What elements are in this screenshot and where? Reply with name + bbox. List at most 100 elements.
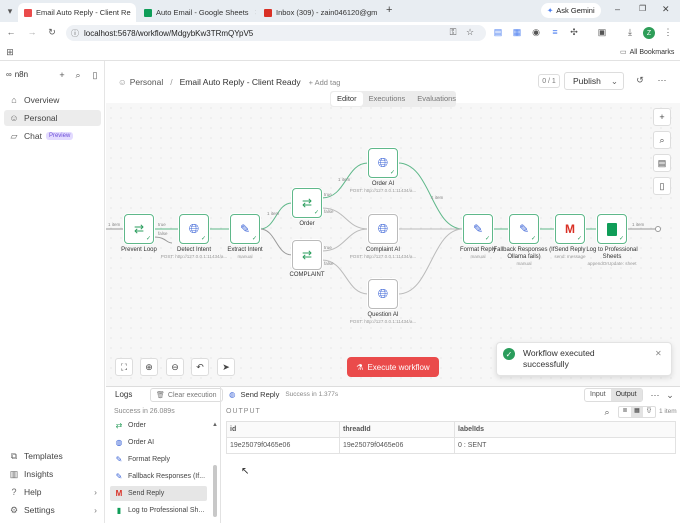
maximize-icon[interactable]: ❐ bbox=[639, 4, 646, 13]
node-log-to-sheets[interactable]: ✓ bbox=[597, 214, 627, 244]
password-key-icon[interactable]: ⚿ bbox=[447, 27, 459, 38]
extension-docs-icon[interactable]: ▤ bbox=[492, 27, 504, 38]
log-item-log-sheets[interactable]: ▮ Log to Professional Sh... bbox=[110, 503, 207, 518]
node-detect-intent[interactable]: 🌐︎ ✓ bbox=[179, 214, 209, 244]
workflow-name[interactable]: Email Auto Reply - Client Ready bbox=[180, 77, 301, 87]
node-subtitle: POST: http://127.0.0.1:11434/a... bbox=[349, 188, 417, 193]
extension-sheet-icon[interactable]: ▦ bbox=[511, 27, 523, 38]
output-connector[interactable] bbox=[655, 226, 661, 232]
node-subtitle: appendOrUpdate: sheet bbox=[587, 261, 637, 266]
undo-button[interactable]: ↶ bbox=[191, 358, 209, 376]
site-info-icon[interactable]: ⓘ bbox=[71, 28, 79, 39]
new-tab-icon[interactable]: + bbox=[386, 4, 392, 16]
node-complaint-ai[interactable]: 🌐︎ bbox=[368, 214, 398, 244]
download-icon[interactable]: ⤓ bbox=[624, 27, 636, 38]
sticky-note-button[interactable]: ▤ bbox=[653, 154, 671, 172]
node-order-ai[interactable]: 🌐︎ ✓ bbox=[368, 148, 398, 178]
browser-tab-n8n[interactable]: Email Auto Reply - Client Re ✕ bbox=[18, 3, 136, 22]
node-complaint[interactable]: ⇄ bbox=[292, 240, 322, 270]
chevron-down-icon[interactable]: ⌄ bbox=[611, 76, 618, 87]
n8n-logo[interactable]: ∞ n8n bbox=[6, 70, 28, 79]
sidebar-item-templates[interactable]: ⧉ Templates bbox=[4, 448, 101, 464]
history-icon[interactable]: ↺ bbox=[634, 75, 646, 86]
node-question-ai[interactable]: 🌐︎ bbox=[368, 279, 398, 309]
add-tag-button[interactable]: + Add tag bbox=[309, 78, 341, 87]
n8n-logo-icon: ∞ bbox=[6, 70, 12, 79]
zoom-out-button[interactable]: ⊖ bbox=[166, 358, 184, 376]
node-fallback-responses[interactable]: ✎ ✓ bbox=[509, 214, 539, 244]
scroll-up-icon[interactable]: ▲ bbox=[212, 422, 218, 428]
ask-gemini-button[interactable]: ✦ Ask Gemini bbox=[541, 3, 601, 18]
close-window-icon[interactable]: ✕ bbox=[662, 4, 670, 15]
log-item-format-reply[interactable]: ✎ Format Reply bbox=[110, 452, 207, 467]
side-panel-icon[interactable]: ▣ bbox=[596, 27, 608, 38]
log-item-send-reply[interactable]: M Send Reply bbox=[110, 486, 207, 501]
more-options-icon[interactable]: ⋯ bbox=[656, 75, 668, 86]
output-label: OUTPUT bbox=[226, 408, 261, 415]
bookmark-star-icon[interactable]: ☆ bbox=[464, 27, 476, 38]
browser-menu-icon[interactable]: ⋮ bbox=[662, 27, 674, 38]
log-item-order[interactable]: ⇄ Order bbox=[110, 418, 207, 433]
browser-tab-sheets[interactable]: Auto Email - Google Sheets ✕ bbox=[138, 3, 256, 22]
collapse-sidebar-icon[interactable]: ▯ bbox=[89, 70, 101, 81]
sidebar-item-help[interactable]: ? Help › bbox=[4, 484, 101, 500]
success-check-icon: ✓ bbox=[576, 236, 582, 242]
publish-button[interactable]: Publish ⌄ bbox=[564, 72, 624, 90]
add-node-button[interactable]: + bbox=[653, 108, 671, 126]
json-view-icon[interactable]: {} bbox=[643, 407, 655, 417]
all-bookmarks-button[interactable]: ▭ All Bookmarks bbox=[620, 48, 674, 57]
sidebar-item-overview[interactable]: ⌂ Overview bbox=[4, 92, 101, 108]
node-prevent-loop[interactable]: ⇄ ✓ bbox=[124, 214, 154, 244]
close-tab-icon[interactable]: ✕ bbox=[377, 8, 382, 17]
input-tab[interactable]: Input bbox=[585, 389, 611, 401]
create-plus-icon[interactable]: + bbox=[56, 70, 68, 80]
zoom-in-button[interactable]: ⊕ bbox=[140, 358, 158, 376]
apps-grid-icon[interactable]: ⊞ bbox=[4, 47, 16, 58]
back-icon[interactable]: ← bbox=[5, 27, 17, 37]
profile-avatar[interactable]: Z bbox=[643, 27, 655, 39]
search-nodes-button[interactable]: ⌕ bbox=[653, 131, 671, 149]
schema-view-icon[interactable]: ≣ bbox=[619, 407, 631, 417]
forward-icon[interactable]: → bbox=[26, 27, 38, 37]
tab-search-icon[interactable]: ▾ bbox=[4, 6, 16, 17]
templates-icon: ⧉ bbox=[10, 450, 18, 461]
reload-icon[interactable]: ↻ bbox=[46, 27, 58, 38]
breadcrumb-project[interactable]: Personal bbox=[130, 77, 164, 87]
execute-workflow-button[interactable]: ⚗ Execute workflow bbox=[347, 357, 439, 377]
close-toast-icon[interactable]: ✕ bbox=[655, 349, 662, 358]
edge-label: false bbox=[324, 261, 334, 266]
node-format-reply[interactable]: ✎ ✓ bbox=[463, 214, 493, 244]
sidebar-item-settings[interactable]: ⚙ Settings › bbox=[4, 502, 101, 518]
log-item-fallback[interactable]: ✎ Fallback Responses (If... bbox=[110, 469, 207, 484]
success-check-icon: ✓ bbox=[145, 236, 151, 242]
browser-tab-gmail[interactable]: Inbox (309) - zain046120@gm ✕ bbox=[258, 3, 382, 22]
extension-camera-icon[interactable]: ◉ bbox=[530, 27, 542, 38]
edge-label: false bbox=[158, 231, 168, 236]
log-item-order-ai[interactable]: ◍ Order AI bbox=[110, 435, 207, 450]
table-view-icon[interactable]: ▦ bbox=[631, 407, 643, 417]
logs-scrollbar[interactable] bbox=[213, 465, 217, 517]
clear-execution-button[interactable]: 🗑︎ Clear execution bbox=[150, 388, 223, 402]
minimize-icon[interactable]: – bbox=[615, 4, 620, 14]
output-tab[interactable]: Output bbox=[610, 389, 642, 401]
search-output-icon[interactable]: ⌕ bbox=[601, 407, 613, 418]
close-tab-icon[interactable]: ✕ bbox=[249, 8, 256, 17]
chevron-down-icon[interactable]: ⌄ bbox=[664, 390, 676, 401]
node-order[interactable]: ⇄ ✓ bbox=[292, 188, 322, 218]
fit-view-button[interactable]: ⛶ bbox=[115, 358, 133, 376]
more-options-icon[interactable]: ⋯ bbox=[649, 390, 661, 401]
search-icon[interactable]: ⌕ bbox=[72, 70, 84, 81]
sidebar-item-personal[interactable]: ☺ Personal bbox=[4, 110, 101, 126]
filter-icon: ⇄ bbox=[133, 222, 145, 236]
extension-list-icon[interactable]: ≡ bbox=[549, 27, 561, 37]
pointer-tool-button[interactable]: ➤ bbox=[217, 358, 235, 376]
sidebar-item-chat[interactable]: ▱ Chat Preview bbox=[4, 128, 101, 144]
extensions-puzzle-icon[interactable]: ✣ bbox=[568, 27, 580, 38]
close-tab-icon[interactable]: ✕ bbox=[131, 8, 136, 17]
toggle-panel-button[interactable]: ▯ bbox=[653, 177, 671, 195]
sidebar-item-insights[interactable]: ▥ Insights bbox=[4, 466, 101, 482]
switch-icon: ⇄ bbox=[301, 196, 313, 210]
node-extract-intent[interactable]: ✎ ✓ bbox=[230, 214, 260, 244]
url-input[interactable]: localhost:5678/workflow/MdgybKw3TRmQYpV5 bbox=[66, 25, 486, 41]
node-send-reply[interactable]: M ✓ bbox=[555, 214, 585, 244]
